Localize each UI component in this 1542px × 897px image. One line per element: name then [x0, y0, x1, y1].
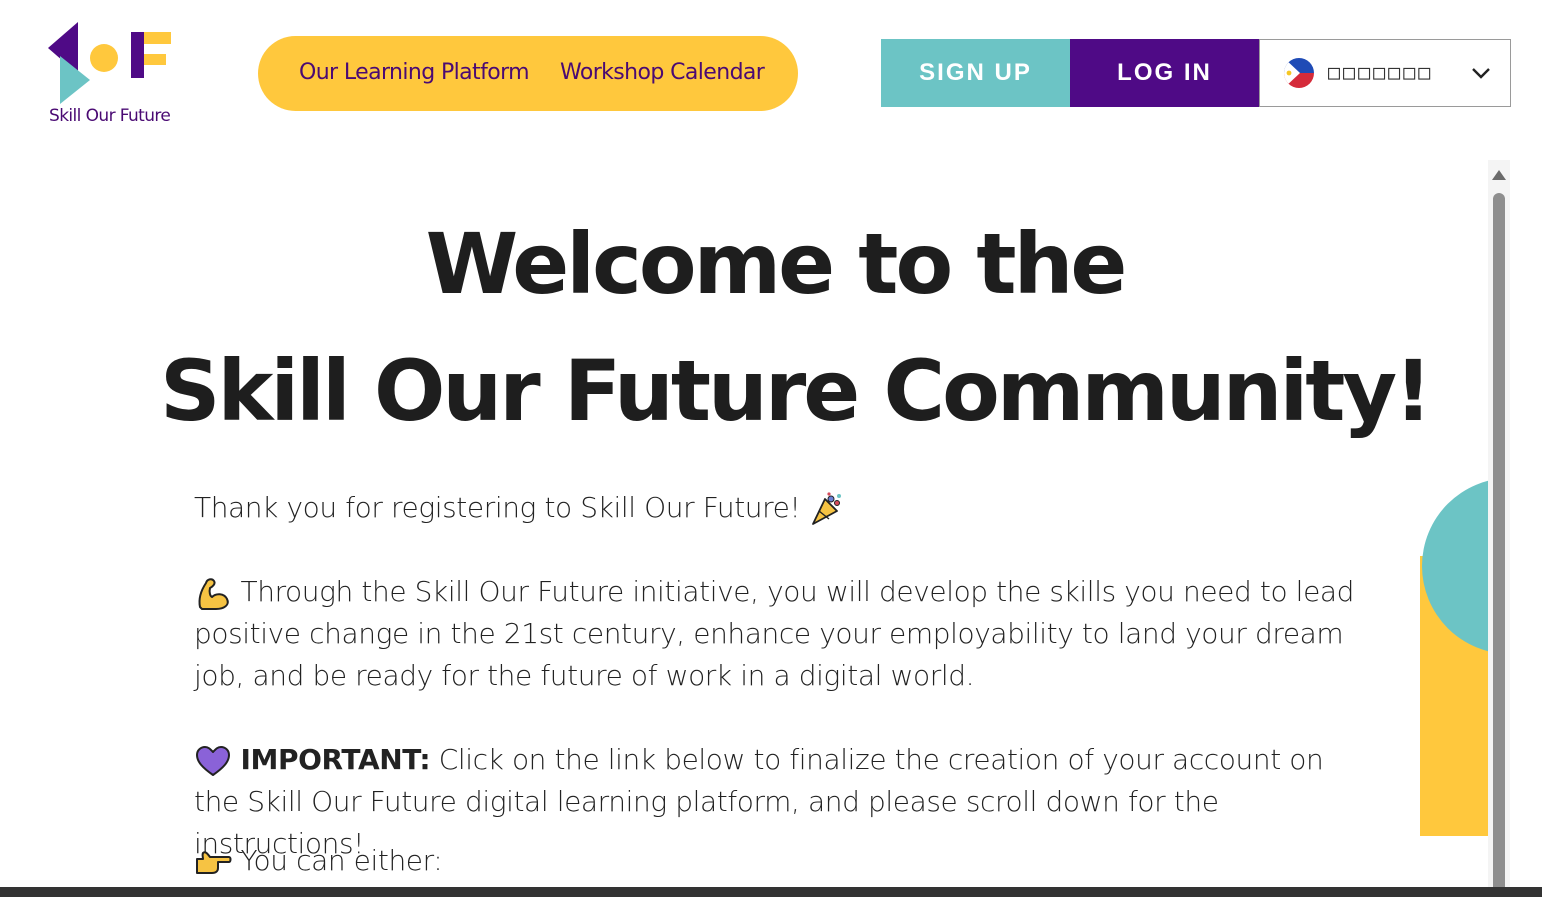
nav-learning-platform[interactable]: Our Learning Platform [299, 60, 530, 85]
either-text: You can either: [240, 844, 443, 877]
brand-logo[interactable]: Skill Our Future [46, 20, 178, 130]
scrollbar-thumb[interactable] [1493, 193, 1505, 893]
thank-you-paragraph: Thank you for registering to Skill Our F… [194, 487, 1374, 529]
chevron-down-icon [1472, 68, 1490, 79]
logo-mark-icon [48, 22, 171, 104]
nav-workshop-calendar[interactable]: Workshop Calendar [560, 60, 765, 85]
important-label: IMPORTANT: [240, 743, 431, 776]
purple-heart-icon [196, 746, 230, 776]
main-nav: Our Learning Platform Workshop Calendar [258, 36, 798, 111]
decorative-shapes [1420, 478, 1488, 836]
bottom-edge-bar [0, 887, 1542, 897]
pointing-hand-icon [196, 851, 232, 874]
flexed-biceps-icon [198, 578, 229, 610]
scroll-up-arrow-icon[interactable] [1492, 170, 1506, 180]
page-title-line-2: Skill Our Future Community! [160, 342, 1432, 440]
language-label: □□□□□□□ [1328, 60, 1434, 84]
log-in-button[interactable]: LOG IN [1070, 39, 1259, 107]
initiative-paragraph: Through the Skill Our Future initiative,… [194, 571, 1374, 697]
page-title-line-1: Welcome to the [425, 215, 1128, 313]
thank-you-text: Thank you for registering to Skill Our F… [194, 491, 809, 524]
language-selector[interactable]: □□□□□□□ [1259, 39, 1511, 107]
philippines-flag-icon [1284, 58, 1314, 88]
either-paragraph: You can either: [194, 840, 1374, 882]
logo-text: Skill Our Future [49, 106, 171, 126]
initiative-text: Through the Skill Our Future initiative,… [194, 575, 1355, 692]
party-popper-icon [811, 492, 841, 525]
sign-up-button[interactable]: SIGN UP [881, 39, 1070, 107]
